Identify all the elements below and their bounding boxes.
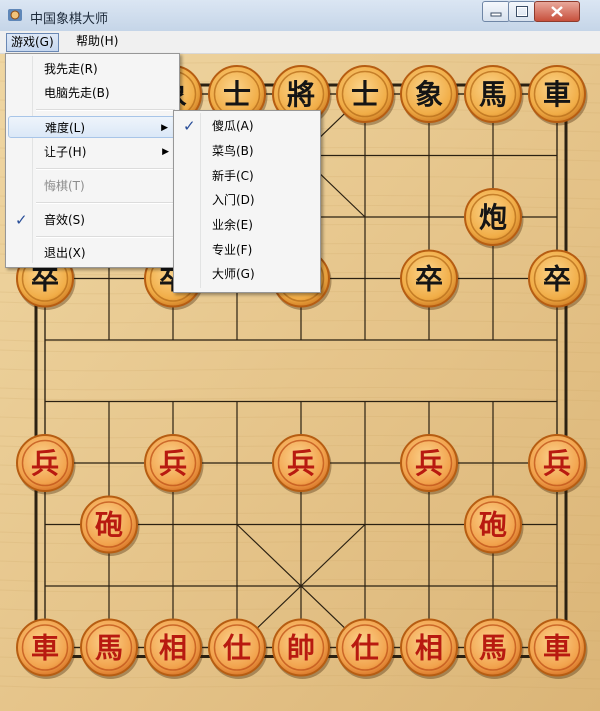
black-piece: 馬 <box>464 65 524 126</box>
red-piece: 砲 <box>80 495 140 556</box>
black-piece: 炮 <box>464 188 524 249</box>
chess-app-icon <box>8 9 22 21</box>
difficulty-novice[interactable]: 新手(C) <box>176 165 318 187</box>
app-window: 中国象棋大师 游戏(G) 帮助(H) 士 將 士 象 馬 車 炮 卒 卒 卒 兵… <box>0 0 600 711</box>
red-piece: 相 <box>400 618 460 679</box>
difficulty-amateur[interactable]: 业余(E) <box>176 214 318 236</box>
game-menu-dropdown: 我先走(R) 电脑先走(B) 难度(L) ▶ 让子(H) ▶ 悔棋(T) ✓ 音… <box>5 53 180 268</box>
piece-label: 相 <box>415 632 443 665</box>
menu-separator <box>36 109 175 111</box>
piece-label: 仕 <box>350 632 379 665</box>
red-piece: 兵 <box>16 434 76 495</box>
piece-label: 士 <box>351 78 379 111</box>
difficulty-beginner[interactable]: 入门(D) <box>176 189 318 211</box>
minimize-icon <box>490 12 502 17</box>
menu-game[interactable]: 游戏(G) <box>6 33 59 52</box>
submenu-arrow-icon: ▶ <box>161 123 168 133</box>
window-title: 中国象棋大师 <box>30 12 109 27</box>
piece-label: 兵 <box>543 447 571 480</box>
black-piece: 象 <box>400 65 460 126</box>
red-piece: 仕 <box>336 618 396 679</box>
piece-label: 仕 <box>222 632 251 665</box>
piece-label: 馬 <box>479 632 507 665</box>
red-piece: 兵 <box>400 434 460 495</box>
red-piece: 兵 <box>144 434 204 495</box>
maximize-button[interactable] <box>508 1 536 22</box>
menu-item-difficulty[interactable]: 难度(L) ▶ <box>8 116 177 138</box>
piece-label: 馬 <box>95 632 123 665</box>
menu-separator <box>36 202 175 204</box>
piece-label: 兵 <box>287 447 315 480</box>
close-button[interactable] <box>534 1 580 22</box>
menu-item-computer-first[interactable]: 电脑先走(B) <box>8 82 177 104</box>
piece-label: 車 <box>31 632 59 665</box>
piece-label: 將 <box>287 78 315 111</box>
black-piece: 卒 <box>528 249 588 310</box>
piece-label: 士 <box>223 78 251 111</box>
menu-item-player-first[interactable]: 我先走(R) <box>8 58 177 80</box>
piece-label: 車 <box>543 78 571 111</box>
red-piece: 車 <box>528 618 588 679</box>
submenu-arrow-icon: ▶ <box>162 147 169 157</box>
close-icon <box>551 6 563 17</box>
menu-separator <box>36 168 175 170</box>
menu-help[interactable]: 帮助(H) <box>72 33 122 50</box>
red-piece: 馬 <box>464 618 524 679</box>
piece-label: 車 <box>543 632 571 665</box>
red-piece: 車 <box>16 618 76 679</box>
black-piece: 卒 <box>400 249 460 310</box>
piece-label: 兵 <box>31 447 59 480</box>
piece-label: 兵 <box>159 447 187 480</box>
red-piece: 仕 <box>208 618 268 679</box>
piece-label: 砲 <box>479 509 507 542</box>
red-piece: 兵 <box>272 434 332 495</box>
difficulty-professional[interactable]: 专业(F) <box>176 239 318 261</box>
red-piece: 兵 <box>528 434 588 495</box>
black-piece: 士 <box>336 65 396 126</box>
difficulty-submenu: ✓ 傻瓜(A) 菜鸟(B) 新手(C) 入门(D) 业余(E) 专业(F) 大师… <box>173 110 321 293</box>
title-bar[interactable]: 中国象棋大师 <box>0 0 600 32</box>
piece-label: 兵 <box>415 447 443 480</box>
black-piece: 車 <box>528 65 588 126</box>
menu-item-exit[interactable]: 退出(X) <box>8 242 177 264</box>
piece-label: 相 <box>159 632 187 665</box>
minimize-button[interactable] <box>482 1 510 22</box>
difficulty-fool[interactable]: ✓ 傻瓜(A) <box>176 115 318 137</box>
maximize-icon <box>516 6 528 17</box>
piece-label: 卒 <box>415 263 443 296</box>
menu-item-handicap[interactable]: 让子(H) ▶ <box>8 141 177 163</box>
checkmark-icon: ✓ <box>183 117 196 135</box>
red-piece: 帥 <box>272 618 332 679</box>
difficulty-rookie[interactable]: 菜鸟(B) <box>176 140 318 162</box>
piece-label: 象 <box>415 78 443 111</box>
piece-label: 卒 <box>543 263 571 296</box>
piece-label: 馬 <box>479 78 507 111</box>
red-piece: 砲 <box>464 495 524 556</box>
menu-bar: 游戏(G) 帮助(H) <box>0 31 600 54</box>
checkmark-icon: ✓ <box>15 211 28 229</box>
menu-item-undo: 悔棋(T) <box>44 179 85 193</box>
red-piece: 馬 <box>80 618 140 679</box>
piece-label: 砲 <box>95 509 123 542</box>
piece-label: 炮 <box>479 201 507 234</box>
red-piece: 相 <box>144 618 204 679</box>
difficulty-master[interactable]: 大师(G) <box>176 263 318 285</box>
menu-separator <box>36 236 175 238</box>
piece-label: 帥 <box>287 632 315 665</box>
menu-item-sound[interactable]: ✓ 音效(S) <box>8 209 177 231</box>
